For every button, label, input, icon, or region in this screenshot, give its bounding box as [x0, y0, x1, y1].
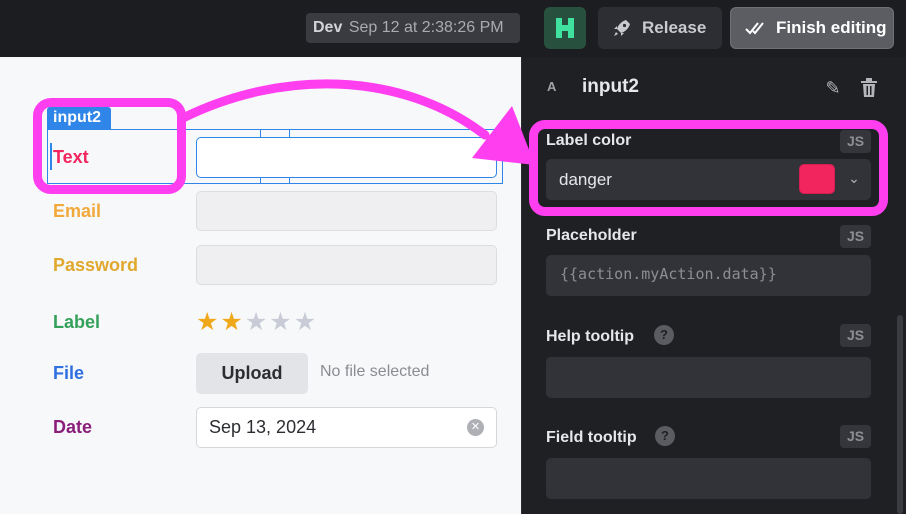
environment-badge[interactable]: Dev Sep 12 at 2:38:26 PM	[306, 13, 520, 43]
edit-pencil-icon[interactable]: ✎	[822, 77, 844, 99]
finish-editing-label: Finish editing	[776, 18, 887, 37]
help-tooltip-input[interactable]	[546, 357, 871, 398]
highlight-frame-label-color	[529, 120, 888, 216]
rocket-icon	[614, 20, 630, 36]
field-tooltip-question-icon[interactable]: ?	[655, 426, 675, 446]
field-tooltip-title: Field tooltip	[546, 429, 637, 446]
date-input[interactable]: Sep 13, 2024	[196, 407, 497, 448]
star-empty-icon[interactable]: ★	[245, 310, 267, 335]
environment-name: Dev	[313, 19, 343, 36]
no-file-text: No file selected	[320, 363, 430, 380]
star-filled-icon[interactable]: ★	[220, 310, 242, 335]
help-tooltip-title: Help tooltip	[546, 328, 634, 345]
field-label-password: Password	[53, 255, 139, 275]
finish-editing-button[interactable]: Finish editing	[730, 7, 894, 49]
logo-icon	[556, 18, 574, 38]
trash-icon[interactable]	[858, 77, 880, 99]
placeholder-value: {{action.myAction.data}}	[560, 265, 777, 283]
field-label-date: Date	[53, 417, 93, 437]
environment-timestamp: Sep 12 at 2:38:26 PM	[348, 19, 504, 36]
js-toggle-placeholder[interactable]: JS	[840, 225, 871, 248]
star-empty-icon[interactable]: ★	[269, 310, 291, 335]
password-input[interactable]	[196, 245, 497, 285]
highlight-frame-component	[33, 98, 186, 194]
field-label-email: Email	[53, 201, 102, 221]
email-input[interactable]	[196, 191, 497, 231]
release-label: Release	[642, 18, 707, 37]
help-question-icon[interactable]: ?	[654, 325, 674, 345]
double-check-icon	[745, 22, 764, 35]
text-input[interactable]	[196, 137, 497, 178]
clear-date-icon[interactable]: ✕	[467, 419, 484, 436]
placeholder-title: Placeholder	[546, 227, 637, 244]
field-tooltip-input[interactable]	[546, 458, 871, 499]
upload-button[interactable]: Upload	[196, 353, 308, 394]
js-toggle-field-tooltip[interactable]: JS	[840, 425, 871, 448]
star-empty-icon[interactable]: ★	[294, 310, 316, 335]
panel-scrollbar[interactable]	[897, 315, 903, 514]
js-toggle-help-tooltip[interactable]: JS	[840, 324, 871, 347]
top-bar: Dev Sep 12 at 2:38:26 PM Release Finish …	[0, 0, 906, 57]
star-rating[interactable]: ★ ★ ★ ★ ★	[196, 310, 316, 335]
release-button[interactable]: Release	[598, 7, 722, 49]
field-label-file: File	[53, 363, 85, 383]
component-name[interactable]: input2	[582, 76, 639, 98]
field-label-rating: Label	[53, 312, 101, 332]
star-filled-icon[interactable]: ★	[196, 310, 218, 335]
component-type-icon: A	[547, 79, 556, 94]
app-logo-button[interactable]	[544, 7, 586, 49]
